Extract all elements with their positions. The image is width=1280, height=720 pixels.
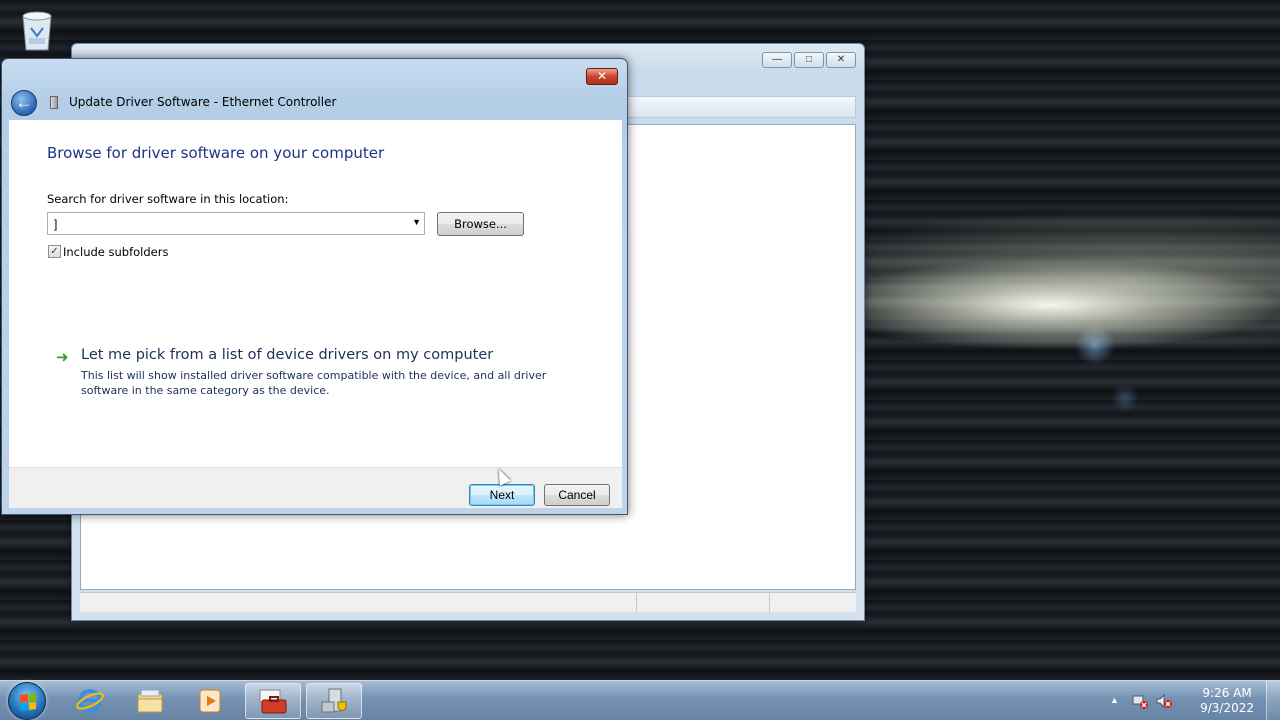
chevron-down-icon[interactable]: ▼ (412, 217, 421, 227)
update-driver-dialog: ✕ ← Update Driver Software - Ethernet Co… (1, 58, 628, 515)
dialog-footer: Next Cancel (9, 467, 622, 508)
pick-driver-description: This list will show installed driver sof… (81, 369, 547, 397)
next-button[interactable]: Next (469, 484, 535, 506)
device-manager-icon[interactable] (306, 683, 362, 719)
toolbox-icon[interactable] (245, 683, 301, 719)
driver-path-combobox[interactable]: ] ▼ (47, 212, 425, 235)
clock-date: 9/3/2022 (1200, 701, 1254, 715)
dialog-title: Update Driver Software - Ethernet Contro… (69, 95, 337, 109)
search-location-label: Search for driver software in this locat… (47, 192, 289, 206)
minimize-button[interactable]: — (762, 52, 792, 68)
status-pane (637, 593, 770, 612)
show-hidden-icons-icon[interactable]: ▲ (1110, 695, 1119, 705)
dialog-close-button[interactable]: ✕ (586, 68, 618, 85)
recycle-bin-icon[interactable] (18, 8, 56, 52)
include-subfolders-label: Include subfolders (63, 245, 169, 259)
maximize-button[interactable]: □ (794, 52, 824, 68)
cancel-button[interactable]: Cancel (544, 484, 610, 506)
pick-driver-link[interactable]: Let me pick from a list of device driver… (81, 347, 493, 363)
clock[interactable]: 9:26 AM 9/3/2022 (1200, 686, 1254, 716)
clock-time: 9:26 AM (1202, 686, 1252, 700)
browse-button[interactable]: Browse... (437, 212, 524, 236)
status-pane (80, 593, 637, 612)
driver-path-value: ] (54, 217, 58, 231)
dialog-body: Browse for driver software on your compu… (9, 120, 622, 467)
green-arrow-icon[interactable]: ➜ (56, 348, 69, 366)
device-icon (50, 96, 58, 109)
close-button[interactable]: ✕ (826, 52, 856, 68)
taskbar: ▲ 9:26 AM 9/3/2022 (0, 680, 1280, 720)
volume-icon[interactable] (1156, 693, 1172, 709)
network-icon[interactable] (1132, 693, 1148, 709)
show-desktop-button[interactable] (1266, 681, 1280, 720)
media-player-icon[interactable] (182, 683, 238, 719)
back-arrow-icon[interactable]: ← (11, 90, 37, 116)
include-subfolders-checkbox[interactable]: ✓ (48, 245, 61, 258)
window-controls: — □ ✕ (762, 52, 856, 68)
windows-explorer-icon[interactable] (122, 683, 178, 719)
internet-explorer-icon[interactable] (62, 683, 118, 719)
windows-logo-icon (20, 693, 36, 711)
page-title: Browse for driver software on your compu… (47, 144, 385, 162)
status-bar (80, 592, 856, 612)
system-tray: ▲ 9:26 AM 9/3/2022 (1110, 681, 1280, 720)
start-button[interactable] (8, 682, 46, 720)
